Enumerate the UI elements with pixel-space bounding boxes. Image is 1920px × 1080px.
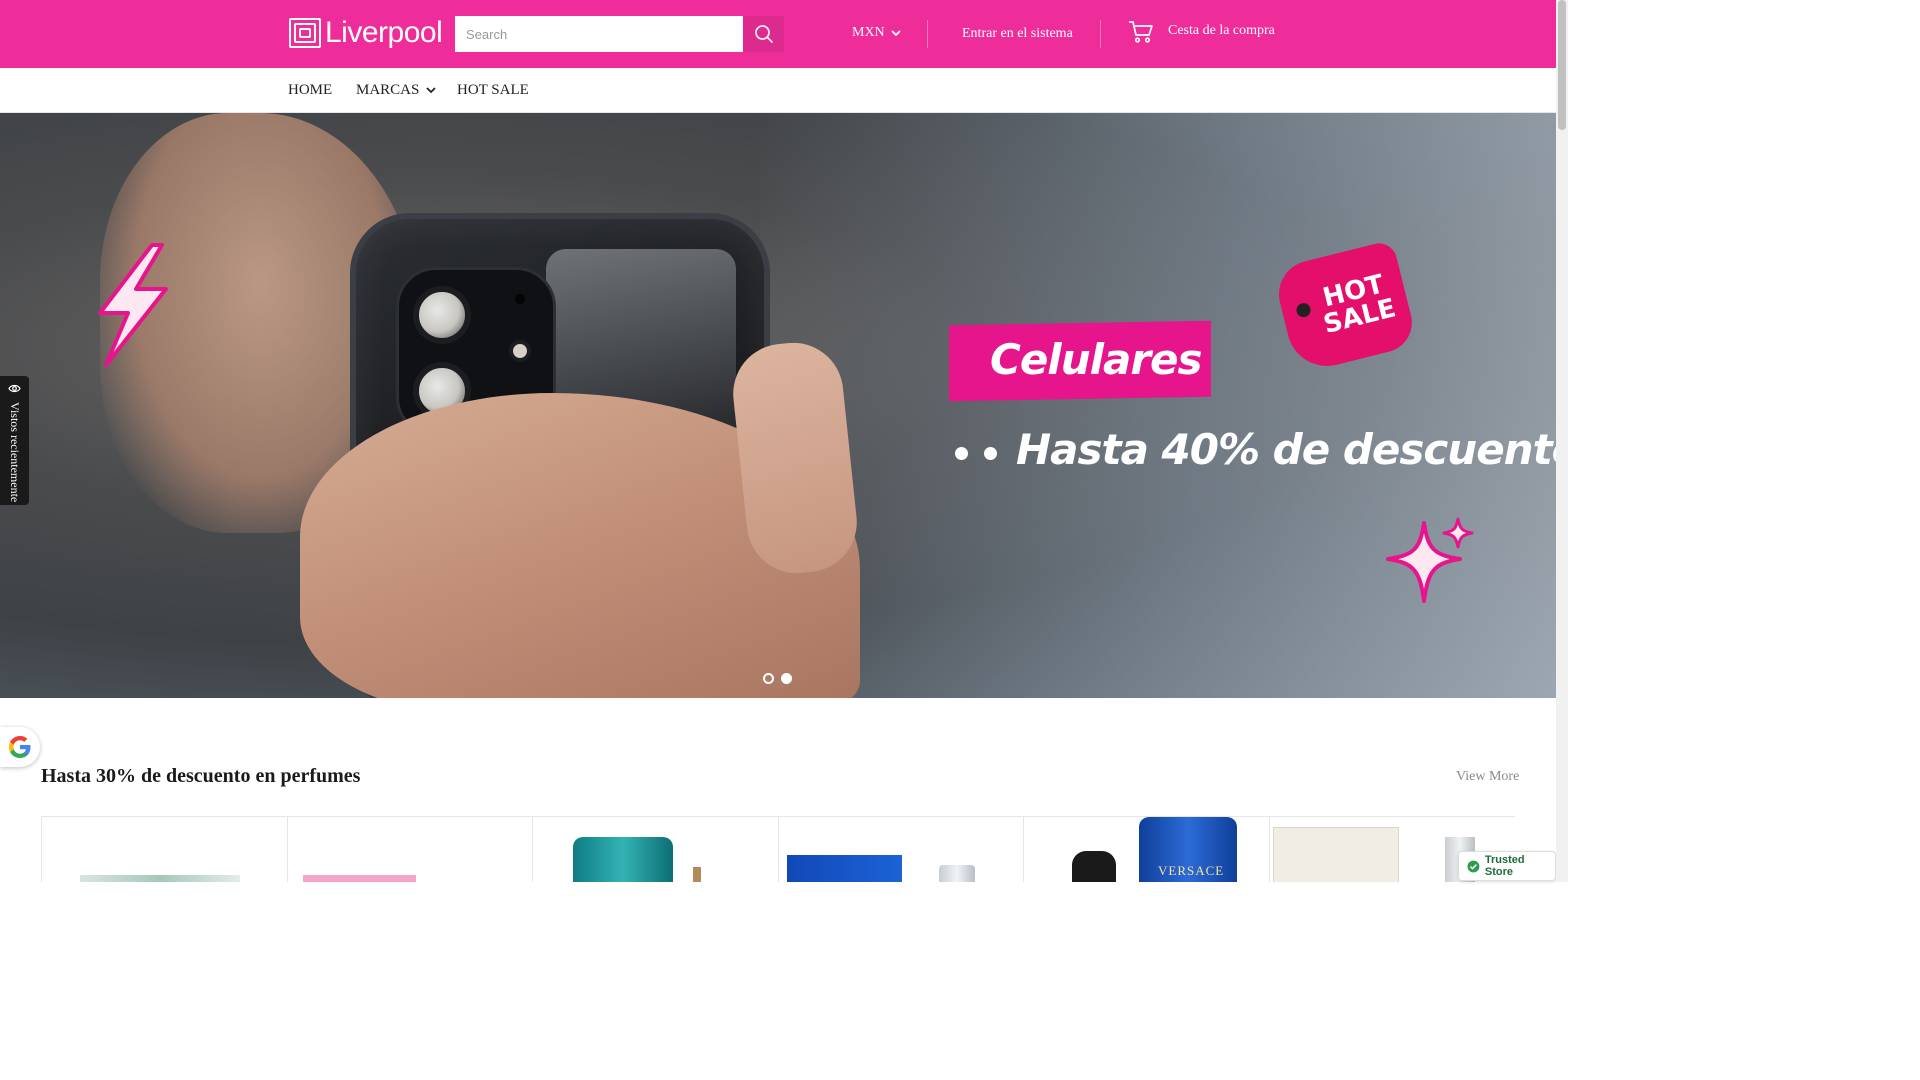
cart-icon (1129, 21, 1153, 43)
trusted-store-badge[interactable]: Trusted Store (1458, 851, 1556, 881)
page-scrollbar[interactable] (1556, 0, 1568, 882)
cart-label: Cesta de la compra (1168, 23, 1275, 38)
top-header: Liverpool MXN Entrar en el sistema Cesta… (0, 0, 1556, 68)
recently-viewed-label: Vistos recientemente (8, 402, 22, 503)
chevron-down-icon (891, 29, 901, 36)
login-link[interactable]: Entrar en el sistema (962, 26, 1073, 42)
slider-dot-2[interactable] (781, 673, 792, 684)
nav-item-marcas[interactable]: MARCAS (356, 82, 436, 99)
hero-background (760, 113, 1556, 698)
logo-text: Liverpool (325, 16, 443, 49)
product-card[interactable] (286, 817, 533, 882)
chevron-down-icon (426, 87, 436, 94)
nav-item-hot-sale[interactable]: HOT SALE (457, 82, 529, 99)
product-card[interactable]: VERSACE (1023, 817, 1269, 882)
hero-banner[interactable]: Celulares Hasta 40% de descuento HOT SAL… (0, 113, 1556, 698)
recently-viewed-tab[interactable]: Vistos recientemente (0, 376, 29, 505)
lightning-bolt-icon (98, 243, 168, 367)
search-bar (455, 16, 784, 52)
nav-item-label: MARCAS (356, 82, 420, 98)
currency-label: MXN (852, 25, 885, 40)
product-card[interactable] (777, 817, 1024, 882)
promo-dots (955, 447, 997, 460)
trusted-store-label: Trusted Store (1484, 854, 1525, 878)
slider-dot-1[interactable] (763, 673, 774, 684)
promo-subline: Hasta 40% de descuento (1016, 425, 1556, 474)
section-title: Hasta 30% de descuento en perfumes (41, 765, 361, 787)
product-carousel: VERSACE (41, 816, 1515, 882)
liverpool-logo[interactable]: Liverpool (289, 16, 443, 49)
search-button[interactable] (743, 16, 784, 52)
view-more-link[interactable]: View More (1456, 769, 1519, 785)
eye-icon (8, 384, 21, 393)
cart-link[interactable]: Cesta de la compra (1128, 20, 1275, 44)
header-divider (927, 20, 928, 48)
logo-mark-icon (289, 18, 321, 48)
shield-check-icon (1467, 860, 1480, 872)
google-icon (9, 736, 31, 758)
nav-item-home[interactable]: HOME (288, 82, 332, 99)
search-input[interactable] (455, 16, 743, 52)
nav-item-label: HOT SALE (457, 82, 529, 98)
search-icon (754, 25, 773, 43)
currency-selector[interactable]: MXN (852, 25, 901, 41)
header-divider (1100, 20, 1101, 48)
main-nav: HOME MARCAS HOT SALE (0, 68, 1556, 113)
promo-headline: Celulares (990, 335, 1203, 384)
slider-pagination (763, 673, 792, 684)
nav-item-label: HOME (288, 82, 333, 98)
scrollbar-thumb[interactable] (1558, 0, 1566, 130)
sparkle-icon (1386, 517, 1474, 603)
product-card[interactable] (41, 817, 287, 882)
product-card[interactable] (532, 817, 778, 882)
google-reviews-badge[interactable] (0, 727, 40, 767)
product-brand-label: VERSACE (1158, 863, 1225, 878)
